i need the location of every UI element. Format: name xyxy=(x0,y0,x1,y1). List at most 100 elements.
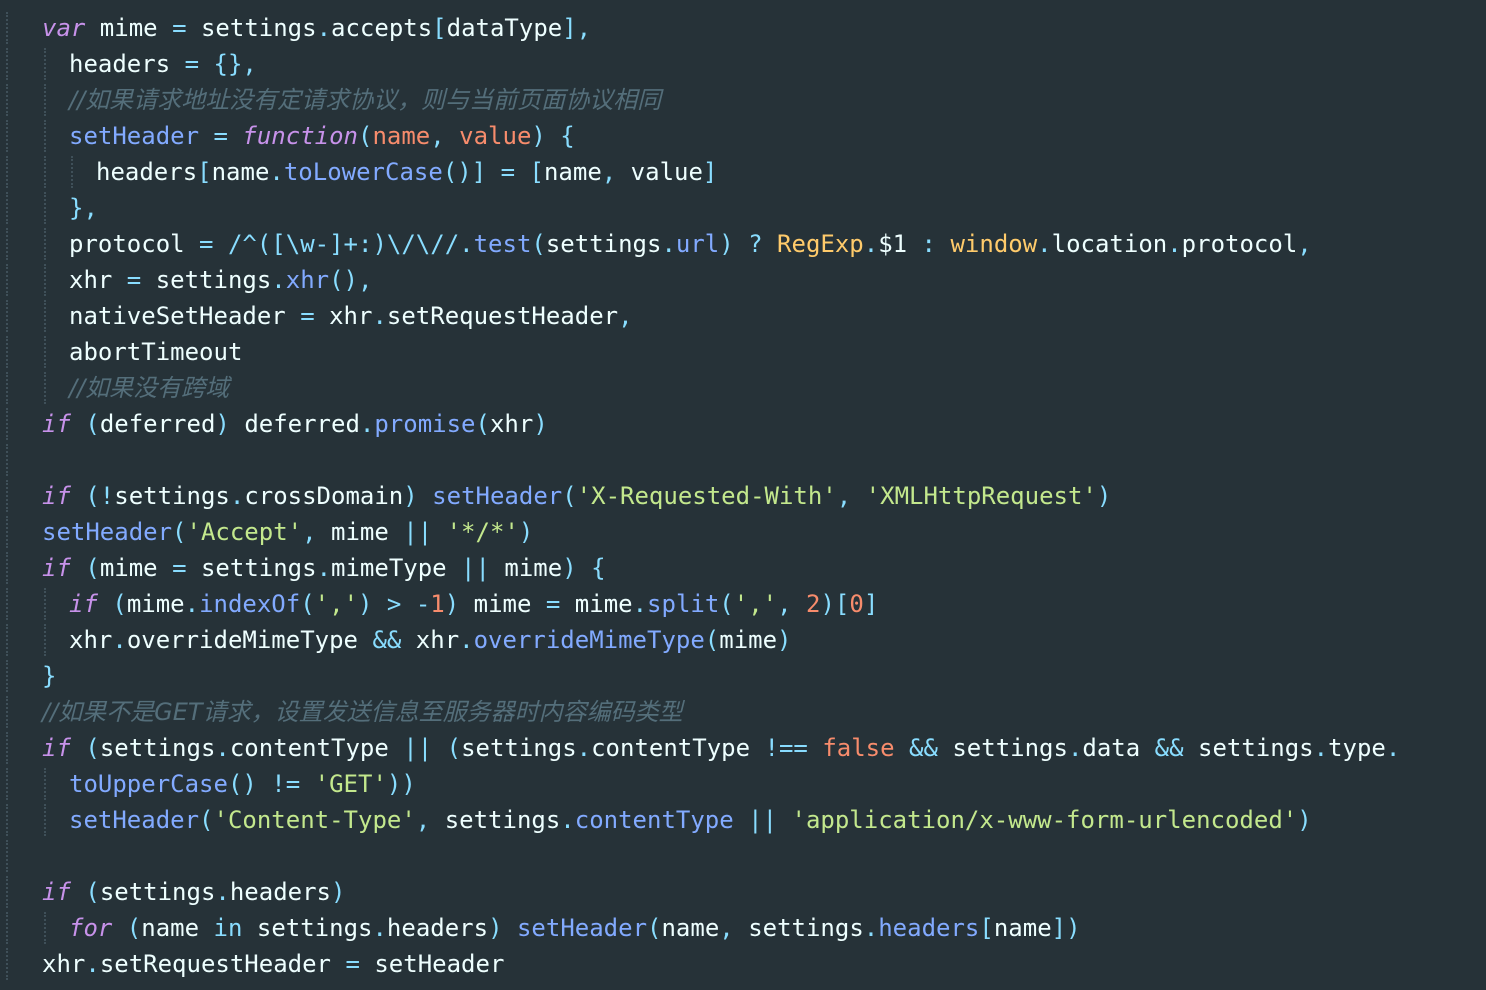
code-line[interactable]: nativeSetHeader = xhr.setRequestHeader, xyxy=(0,298,1486,334)
code-line[interactable]: if (!settings.crossDomain) setHeader('X-… xyxy=(0,478,1486,514)
indent-guide xyxy=(6,660,8,692)
code-token: ) { xyxy=(531,122,575,150)
indent-guide xyxy=(44,804,46,836)
code-line[interactable]: setHeader('Accept', mime || '*/*') xyxy=(0,514,1486,550)
code-token: = xyxy=(199,230,228,258)
code-line[interactable]: if (settings.headers) xyxy=(0,874,1486,910)
code-editor[interactable]: var mime = settings.accepts[dataType], he… xyxy=(0,0,1486,990)
code-line[interactable]: //如果请求地址没有定请求协议，则与当前页面协议相同 xyxy=(0,82,1486,118)
code-token: . xyxy=(112,626,127,654)
code-line[interactable] xyxy=(0,838,1486,874)
code-token: . xyxy=(229,482,245,510)
code-token: data xyxy=(1082,734,1141,762)
code-token: ) xyxy=(1096,482,1112,510)
code-token: (), xyxy=(329,266,373,294)
code-line[interactable]: //如果没有跨域 xyxy=(0,370,1486,406)
code-token: name xyxy=(661,914,720,942)
code-line[interactable]: xhr.setRequestHeader = setHeader xyxy=(0,946,1486,982)
indent-guide xyxy=(6,444,8,476)
code-token: url xyxy=(675,230,720,258)
code-token: settings xyxy=(186,14,317,42)
code-token: settings xyxy=(99,878,216,906)
code-line[interactable]: abortTimeout xyxy=(0,334,1486,370)
code-line[interactable]: for (name in settings.headers) setHeader… xyxy=(0,910,1486,946)
code-line[interactable]: var mime = settings.accepts[dataType], xyxy=(0,10,1486,46)
code-token: && xyxy=(894,734,953,762)
indent-guide xyxy=(6,552,8,584)
code-line[interactable]: if (mime.indexOf(',') > -1) mime = mime.… xyxy=(0,586,1486,622)
code-token: ] xyxy=(702,158,718,186)
code-token: xhr xyxy=(69,626,113,654)
code-token: . xyxy=(459,626,474,654)
code-token: 'Content-Type' xyxy=(213,806,416,834)
code-token: (! xyxy=(70,482,115,510)
code-token: = xyxy=(331,950,375,978)
code-token: } xyxy=(42,662,57,690)
code-line[interactable]: if (mime = settings.mimeType || mime) { xyxy=(0,550,1486,586)
code-token: overrideMimeType xyxy=(473,626,705,654)
code-token: ]) xyxy=(1051,914,1081,942)
code-token: test xyxy=(473,230,532,258)
code-token: }, xyxy=(69,194,98,222)
code-token: name xyxy=(141,914,214,942)
code-token: value xyxy=(459,122,532,150)
indent-guide xyxy=(6,696,8,728)
code-line[interactable] xyxy=(0,442,1486,478)
code-text: abortTimeout xyxy=(69,334,242,370)
code-token: . xyxy=(863,914,879,942)
code-text: if (mime = settings.mimeType || mime) { xyxy=(42,550,606,586)
code-token: protocol xyxy=(69,230,200,258)
indent-guide xyxy=(6,768,8,800)
code-token: setHeader xyxy=(69,806,200,834)
code-token: headers xyxy=(878,914,980,942)
code-token: 'Accept' xyxy=(186,518,303,546)
code-line[interactable]: setHeader = function(name, value) { xyxy=(0,118,1486,154)
indent-guide xyxy=(6,84,8,116)
code-line[interactable]: headers[name.toLowerCase()] = [name, val… xyxy=(0,154,1486,190)
code-line[interactable]: //如果不是GET请求，设置发送信息至服务器时内容编码类型 xyxy=(0,694,1486,730)
code-token: . xyxy=(576,734,592,762)
code-token: if xyxy=(42,878,71,906)
code-text: //如果不是GET请求，设置发送信息至服务器时内容编码类型 xyxy=(42,694,683,730)
code-text: setHeader = function(name, value) { xyxy=(69,118,575,154)
code-token: settings xyxy=(461,734,577,762)
code-token: headers xyxy=(69,50,185,78)
code-token: ()] = [ xyxy=(442,158,544,186)
code-token: for xyxy=(69,914,113,942)
code-text: toUpperCase() != 'GET')) xyxy=(69,766,416,802)
code-token: ) xyxy=(777,626,792,654)
code-token: crossDomain xyxy=(244,482,404,510)
code-token: || xyxy=(446,554,505,582)
code-token: toUpperCase xyxy=(69,770,228,798)
code-token: contentType xyxy=(229,734,389,762)
code-line[interactable]: xhr.overrideMimeType && xhr.overrideMime… xyxy=(0,622,1486,658)
code-token: . xyxy=(269,158,284,186)
code-token: , xyxy=(836,482,866,510)
indent-guide xyxy=(44,768,46,800)
code-token: if xyxy=(42,482,71,510)
code-token: = xyxy=(545,590,575,618)
code-line[interactable]: } xyxy=(0,658,1486,694)
code-line[interactable]: }, xyxy=(0,190,1486,226)
code-token: . xyxy=(632,590,648,618)
code-token: ( xyxy=(199,806,214,834)
code-line[interactable]: if (settings.contentType || (settings.co… xyxy=(0,730,1486,766)
code-line[interactable]: setHeader('Content-Type', settings.conte… xyxy=(0,802,1486,838)
code-token: location xyxy=(1051,230,1168,258)
code-token: setHeader xyxy=(42,518,173,546)
code-token: . xyxy=(1313,734,1329,762)
code-token: . xyxy=(1385,734,1401,762)
code-line[interactable]: toUpperCase() != 'GET')) xyxy=(0,766,1486,802)
code-token: = {}, xyxy=(184,50,257,78)
code-line[interactable]: protocol = /^([\w-]+:)\/\//.test(setting… xyxy=(0,226,1486,262)
code-token: || xyxy=(388,518,447,546)
code-token: xhr xyxy=(415,626,460,654)
code-text: } xyxy=(42,658,56,694)
code-token: mime xyxy=(574,590,633,618)
code-line[interactable]: headers = {}, xyxy=(0,46,1486,82)
indent-guide xyxy=(6,732,8,764)
code-text: nativeSetHeader = xhr.setRequestHeader, xyxy=(69,298,633,334)
indent-guide xyxy=(44,912,46,944)
code-line[interactable]: xhr = settings.xhr(), xyxy=(0,262,1486,298)
code-line[interactable]: if (deferred) deferred.promise(xhr) xyxy=(0,406,1486,442)
